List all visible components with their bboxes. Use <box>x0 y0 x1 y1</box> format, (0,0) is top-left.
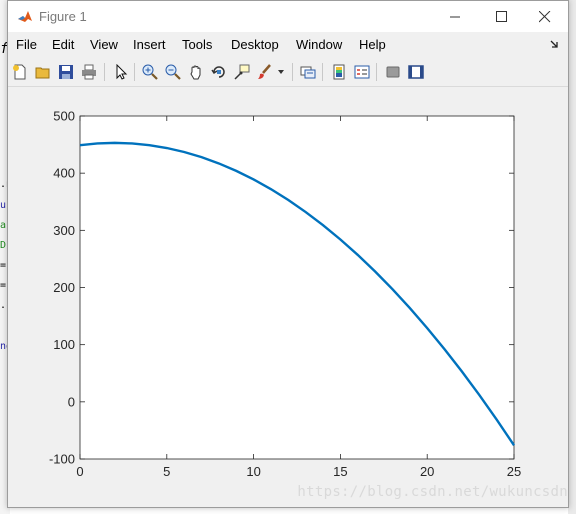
x-tick-label: 25 <box>507 464 521 479</box>
x-tick-label: 20 <box>420 464 434 479</box>
y-tick-label: 100 <box>53 337 75 352</box>
y-tick-label: 500 <box>53 109 75 124</box>
y-tick-label: -100 <box>49 452 75 467</box>
y-tick-label: 200 <box>53 280 75 295</box>
x-tick-label: 15 <box>333 464 347 479</box>
x-tick-label: 0 <box>76 464 83 479</box>
axes-frame <box>79 115 515 460</box>
y-tick-label: 300 <box>53 223 75 238</box>
watermark-text: https://blog.csdn.net/wukuncsdn <box>297 484 568 500</box>
plot-canvas: 0 5 10 15 20 25-1000100200300400500 <box>49 109 521 480</box>
x-tick-label: 10 <box>246 464 260 479</box>
y-tick-label: 0 <box>68 394 75 409</box>
x-tick-label: 5 <box>163 464 170 479</box>
y-tick-label: 400 <box>53 166 75 181</box>
